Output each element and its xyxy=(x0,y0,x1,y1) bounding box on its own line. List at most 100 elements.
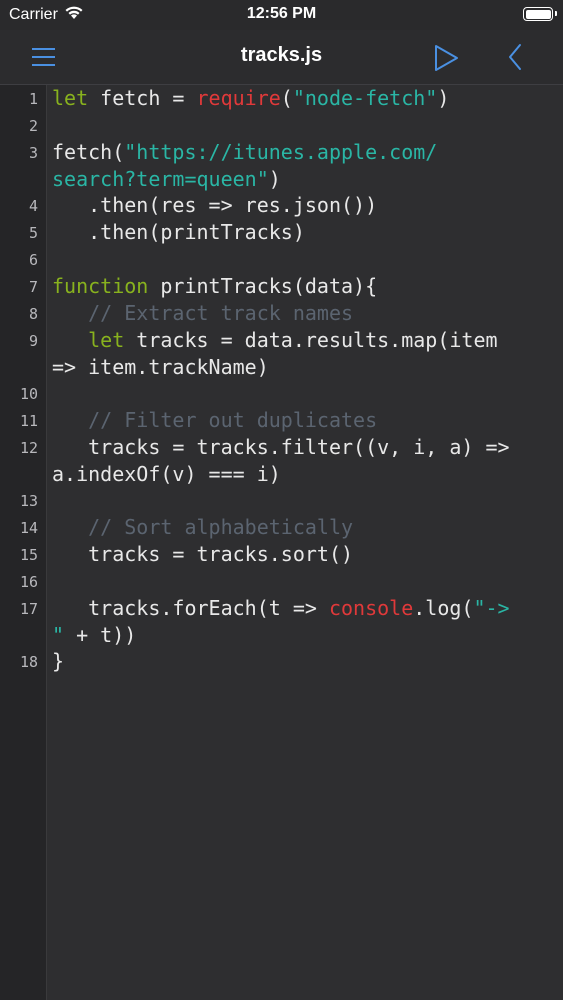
code-token: + t)) xyxy=(64,623,137,647)
code-line[interactable]: 10 xyxy=(0,380,563,407)
code-line[interactable]: 11 // Filter out duplicates xyxy=(0,407,563,434)
code-line[interactable]: 14 // Sort alphabetically xyxy=(0,514,563,541)
battery-icon xyxy=(523,7,557,21)
code-line[interactable]: 3 fetch("https://itunes.apple.com/ xyxy=(0,139,563,166)
code-line[interactable]: 5 .then(printTracks) xyxy=(0,219,563,246)
line-number: 9 xyxy=(28,332,38,350)
code-token: => item.trackName) xyxy=(52,355,269,379)
code-token: ) xyxy=(268,167,281,191)
code-token: .then(printTracks) xyxy=(52,220,305,244)
code-line[interactable]: 4 .then(res => res.json()) xyxy=(0,192,563,219)
code-line[interactable]: " + t)) xyxy=(0,622,563,648)
line-source: } xyxy=(52,648,64,675)
nav-bar: tracks.js xyxy=(0,30,563,85)
line-source: search?term=queen") xyxy=(52,166,281,192)
line-source: // Sort alphabetically xyxy=(52,514,353,541)
line-number xyxy=(0,354,38,380)
code-token: tracks = data.results.map(item xyxy=(124,328,498,352)
code-token: .log( xyxy=(413,596,474,620)
line-number: 10 xyxy=(19,385,38,403)
code-editor[interactable]: 1 let fetch = require("node-fetch") 2 3 fet… xyxy=(0,85,563,1000)
string-token: search?term=queen" xyxy=(52,167,269,191)
code-token: fetch = xyxy=(88,86,197,110)
line-number xyxy=(0,622,38,648)
builtin-token: console xyxy=(328,596,414,620)
line-number: 2 xyxy=(28,117,38,135)
comment-token: // Filter out duplicates xyxy=(88,408,378,432)
line-number: 8 xyxy=(28,305,38,323)
line-number: 4 xyxy=(28,197,38,215)
line-source: tracks = tracks.filter((v, i, a) => xyxy=(52,434,510,461)
line-source: a.indexOf(v) === i) xyxy=(52,461,281,487)
code-line[interactable]: 18} xyxy=(0,648,563,675)
back-button[interactable] xyxy=(500,42,532,74)
code-token: tracks = tracks.sort() xyxy=(52,542,354,566)
line-source xyxy=(52,568,64,595)
code-token: printTracks(data){ xyxy=(148,274,378,298)
line-source: tracks = tracks.sort() xyxy=(52,541,353,568)
status-bar: Carrier 12:56 PM xyxy=(0,0,563,30)
code-line[interactable]: 15 tracks = tracks.sort() xyxy=(0,541,563,568)
code-line[interactable]: search?term=queen") xyxy=(0,166,563,192)
string-token: "-> xyxy=(473,596,510,620)
code-token: fetch( xyxy=(52,140,125,164)
status-time: 12:56 PM xyxy=(246,5,317,22)
line-source: => item.trackName) xyxy=(52,354,269,380)
keyword-token: let xyxy=(52,86,89,110)
line-number: 1 xyxy=(28,90,38,108)
line-number: 3 xyxy=(28,144,38,162)
chevron-left-icon xyxy=(509,44,521,70)
code-line[interactable]: 17 tracks.forEach(t => console.log("-> xyxy=(0,595,563,622)
code-token: } xyxy=(52,649,65,673)
line-number xyxy=(0,166,38,192)
line-number: 16 xyxy=(19,573,38,591)
code-line[interactable]: 2 xyxy=(0,112,563,139)
code-line[interactable]: => item.trackName) xyxy=(0,354,563,380)
line-number: 7 xyxy=(28,278,38,296)
builtin-token: require xyxy=(196,86,281,110)
line-number: 11 xyxy=(19,412,38,430)
line-source xyxy=(52,380,64,407)
code-token: tracks.forEach(t => xyxy=(52,596,329,620)
code-token: .then(res => res.json()) xyxy=(52,193,378,217)
code-token: tracks = tracks.filter((v, i, a) => xyxy=(52,435,510,459)
string-token: " xyxy=(52,623,65,647)
line-number: 12 xyxy=(19,439,38,457)
line-source: .then(res => res.json()) xyxy=(52,192,377,219)
code-token: a.indexOf(v) === i) xyxy=(52,462,281,486)
comment-token: // Extract track names xyxy=(88,301,354,325)
code-line[interactable]: 8 // Extract track names xyxy=(0,300,563,327)
line-number: 15 xyxy=(19,546,38,564)
code-line[interactable]: a.indexOf(v) === i) xyxy=(0,461,563,487)
line-source xyxy=(52,487,64,514)
code-line[interactable]: 12 tracks = tracks.filter((v, i, a) => xyxy=(0,434,563,461)
code-line[interactable]: 1 let fetch = require("node-fetch") xyxy=(0,85,563,112)
code-line[interactable]: 9 let tracks = data.results.map(item xyxy=(0,327,563,354)
code-line[interactable]: 6 xyxy=(0,246,563,273)
line-number: 14 xyxy=(19,519,38,537)
line-number xyxy=(0,461,38,487)
code-line[interactable]: 7 function printTracks(data){ xyxy=(0,273,563,300)
line-number: 13 xyxy=(19,492,38,510)
code-token: ( xyxy=(280,86,293,110)
code-area[interactable]: 1 let fetch = require("node-fetch") 2 3 fet… xyxy=(0,85,563,675)
code-line[interactable]: 13 xyxy=(0,487,563,514)
file-title: tracks.js xyxy=(240,44,323,66)
line-source xyxy=(52,112,64,139)
line-source: function printTracks(data){ xyxy=(52,273,377,300)
line-source: tracks.forEach(t => console.log("-> xyxy=(52,595,510,622)
line-source: // Filter out duplicates xyxy=(52,407,377,434)
run-button[interactable] xyxy=(430,42,462,74)
play-icon xyxy=(435,45,458,71)
line-source: .then(printTracks) xyxy=(52,219,305,246)
code-line[interactable]: 16 xyxy=(0,568,563,595)
line-source: let tracks = data.results.map(item xyxy=(52,327,498,354)
keyword-token: let xyxy=(88,328,125,352)
code-token: ) xyxy=(437,86,450,110)
line-source: let fetch = require("node-fetch") xyxy=(52,85,449,112)
string-token: "node-fetch" xyxy=(292,86,438,110)
